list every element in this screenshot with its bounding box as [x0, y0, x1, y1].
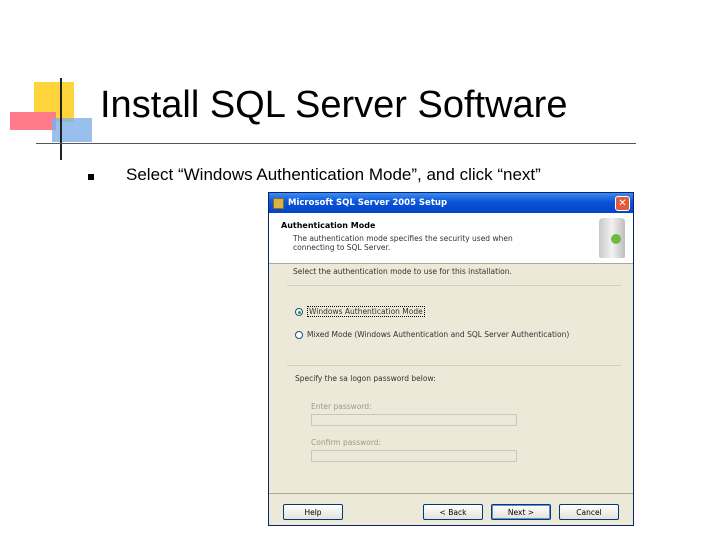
radio-windows-authentication[interactable]: Windows Authentication Mode	[295, 306, 425, 317]
header-description: The authentication mode specifies the se…	[293, 234, 513, 252]
close-icon[interactable]: ✕	[615, 195, 630, 211]
bullet-text: Select “Windows Authentication Mode”, an…	[126, 165, 541, 184]
decoration-bar-pink	[10, 112, 56, 130]
dialog-title: Microsoft SQL Server 2005 Setup	[288, 198, 448, 208]
instruction-text: Select the authentication mode to use fo…	[293, 267, 512, 276]
confirm-password-label: Confirm password:	[311, 438, 382, 447]
decoration-vertical-line	[60, 78, 62, 160]
password-group: Specify the sa logon password below: Ent…	[287, 365, 621, 470]
bullet-marker	[88, 174, 94, 180]
header-title: Authentication Mode	[281, 221, 376, 230]
slide-title: Install SQL Server Software	[100, 84, 568, 126]
setup-dialog: Microsoft SQL Server 2005 Setup ✕ Authen…	[268, 192, 634, 526]
radio-mixed-mode[interactable]: Mixed Mode (Windows Authentication and S…	[295, 330, 569, 339]
authentication-mode-group: Windows Authentication Mode Mixed Mode (…	[287, 285, 621, 356]
help-button[interactable]: Help	[283, 504, 343, 520]
back-button[interactable]: < Back	[423, 504, 483, 520]
confirm-password-field[interactable]	[311, 450, 517, 462]
button-bar: Help < Back Next > Cancel	[269, 493, 633, 526]
setup-graphic-icon	[599, 218, 625, 258]
enter-password-field[interactable]	[311, 414, 517, 426]
next-button[interactable]: Next >	[491, 504, 551, 520]
radio-windows-label[interactable]: Windows Authentication Mode	[307, 306, 425, 317]
dialog-titlebar[interactable]: Microsoft SQL Server 2005 Setup ✕	[269, 193, 633, 213]
title-underline	[36, 143, 636, 144]
cancel-button[interactable]: Cancel	[559, 504, 619, 520]
decoration-square-blue	[52, 118, 92, 142]
password-section-label: Specify the sa logon password below:	[295, 374, 436, 383]
radio-button-checked[interactable]	[295, 307, 303, 316]
enter-password-label: Enter password:	[311, 402, 372, 411]
dialog-header: Authentication Mode The authentication m…	[269, 213, 633, 264]
radio-mixed-label[interactable]: Mixed Mode (Windows Authentication and S…	[307, 330, 569, 339]
app-icon	[273, 197, 284, 209]
radio-button-unchecked[interactable]	[295, 330, 303, 339]
